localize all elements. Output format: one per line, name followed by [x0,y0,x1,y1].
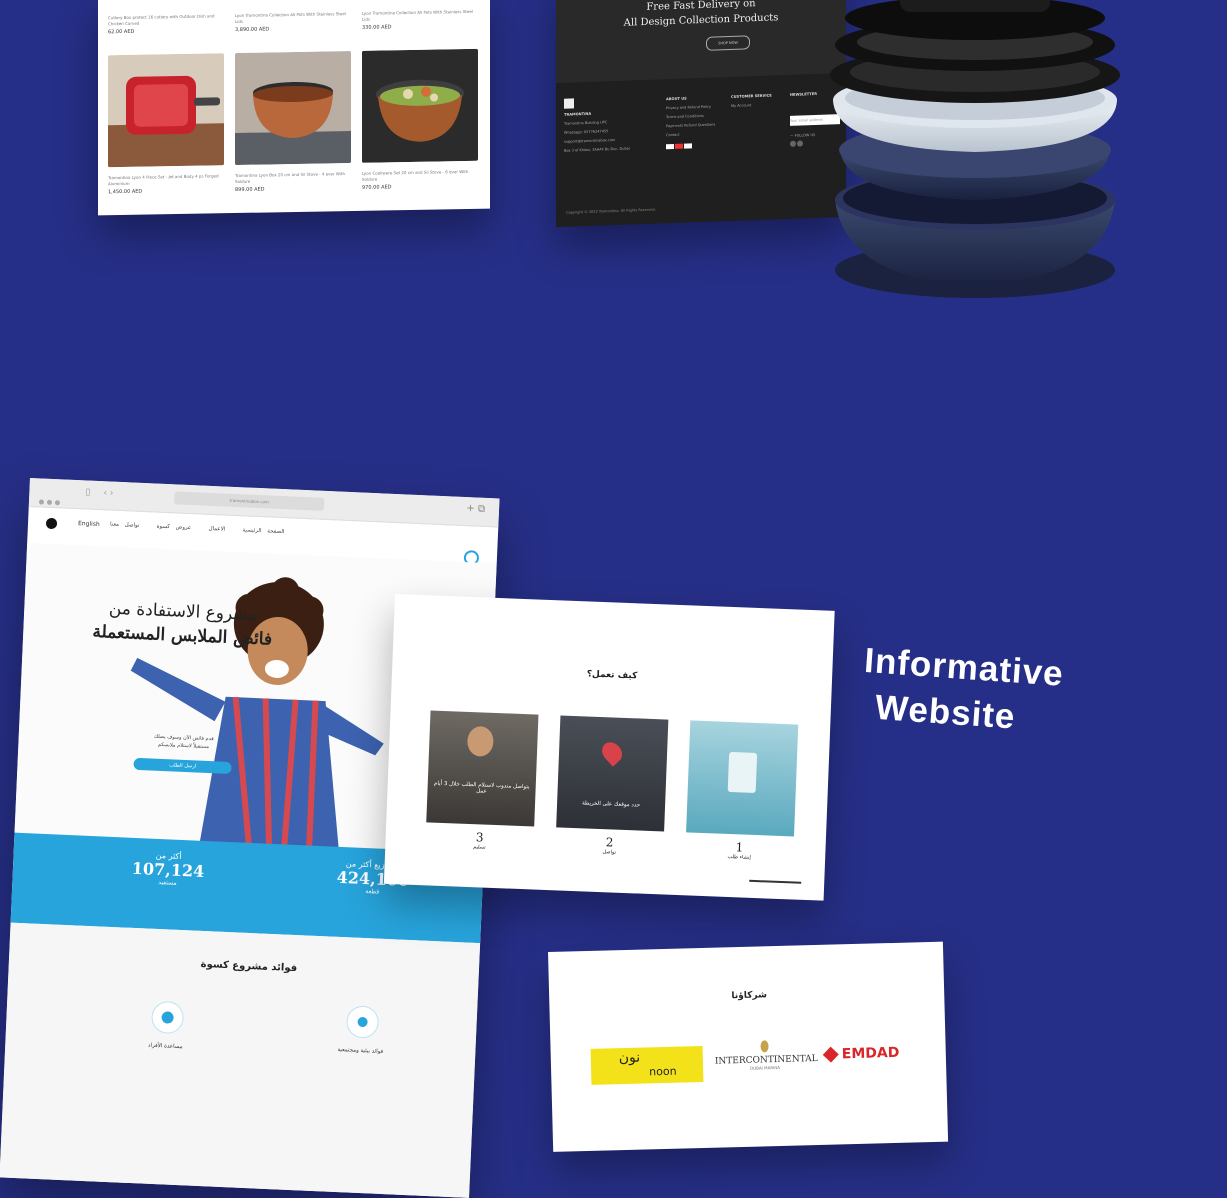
eco-icon [357,1016,368,1028]
brand-logo-icon [564,98,574,109]
nav-works[interactable]: الاعمال [208,526,225,533]
footer-link[interactable]: Payments Refund Questions [666,121,715,132]
nav-links: الصفحة الرئيسية الاعمال عروض كسوة تواصل … [110,522,285,536]
payment-icons [666,143,715,154]
slider-indicator[interactable] [749,879,802,884]
how-title: كيف تعمل؟ [586,669,638,682]
back-forward-icon[interactable]: ‹ › [103,488,113,498]
partners-title: شركاؤنا [731,990,768,1002]
noon-logo-arabic: نون [618,1049,641,1067]
product-price: 62.00 AED [108,28,135,36]
step-card-text: يتواصل مندوب لاستلام الطلب خلال 3 أيام ع… [433,780,530,795]
sidebar-toggle-icon[interactable]: ▯ [85,487,90,497]
step-label: تسليم [473,844,486,851]
product-caption: Tramontina Lyon Box 20 cm and Sil Stove … [235,171,345,185]
product-card[interactable]: Tramontina Lyon Box 20 cm and Sil Stove … [235,51,351,193]
nav-offers[interactable]: عروض كسوة [157,524,192,532]
flame-icon [760,1040,769,1053]
noon-logo-text: noon [649,1064,677,1079]
product-price: 1,450.00 AED [108,188,143,196]
product-caption: Lyon Cookware Set 20 cm and Sil Stove - … [362,168,469,182]
nav-contact[interactable]: تواصل معنا [110,522,140,529]
stat-beneficiaries: أكثر من 107,124 مستفيد [107,849,228,889]
about-title: ABOUT US [666,96,687,102]
about-column: ABOUT US Privacy and Refund Policy Terms… [666,94,715,154]
product-card[interactable]: Cutlery Box protect 16 cutlery with Outd… [108,9,224,35]
benefit-individuals-label: مساعدة الأفراد [147,1042,183,1051]
section-headline: Informative Website [860,638,1066,744]
product-price: 3,890.00 AED [235,26,270,34]
service-column: CUSTOMER SERVICE My Account [731,92,772,111]
person-photo [466,725,494,757]
emdad-mark-icon [823,1046,839,1062]
step-label: إنشاء طلب [727,853,751,861]
benefit-circle [150,1000,185,1035]
product-caption: Lyon Tramontina Collection All Pots With… [235,11,346,25]
benefit-environment-label: فوائد بيئية ومجتمعية [337,1046,384,1055]
how-it-works-panel: كيف تعمل؟ يتواصل مندوب لاستلام الطلب خلا… [383,594,835,901]
new-tab-icon[interactable]: + ⧉ [466,503,485,515]
benefits-title: فوائد مشروع كسوة [200,958,298,975]
instagram-icon[interactable] [797,140,804,147]
product-price: 970.00 AED [362,184,392,191]
footer-link[interactable]: My Account [731,101,772,111]
stacked-cookware-image [830,0,1120,298]
step-card-text: حدد موقعك على الخريطة [581,800,641,809]
maximize-dot-icon[interactable] [54,500,61,506]
step-number-1: 1 إنشاء طلب [709,839,770,861]
product-caption: Lyon Tramontina Collection All Pots With… [362,8,473,22]
noon-logo[interactable]: نون noon [590,1045,704,1085]
copyright: Copyright © 2022 Tramontina. All Rights … [566,207,656,215]
benefit-circle [345,1005,380,1039]
map-pin-icon [598,738,627,767]
minimize-dot-icon[interactable] [46,499,53,505]
shop-product-grid: Cutlery Box protect 16 cutlery with Outd… [98,0,490,216]
emdad-logo[interactable]: EMDAD [823,1045,900,1063]
contact-column: TRAMONTINA Tramontina Building UPC Whats… [564,96,630,155]
close-dot-icon[interactable] [38,499,45,505]
step-number-2: 2 تواصل [579,834,640,856]
product-image-copper-pot [235,51,351,166]
product-price: 899.00 AED [235,186,265,194]
step-card-1[interactable] [686,720,799,837]
shop-now-button[interactable]: SHOP NOW [706,35,750,51]
language-switch[interactable]: English [78,520,100,528]
step-card-2[interactable]: حدد موقعك على الخريطة [556,715,669,832]
step-card-3[interactable]: يتواصل مندوب لاستلام الطلب خلال 3 أيام ع… [426,710,539,827]
product-card[interactable]: Lyon Cookware Set 20 cm and Sil Stove - … [362,48,478,191]
facebook-icon[interactable] [790,140,796,147]
service-title: CUSTOMER SERVICE [731,93,772,99]
window-controls [38,489,64,509]
step-label: تواصل [602,849,617,856]
nav-home[interactable]: الصفحة الرئيسية [242,527,284,535]
product-card[interactable]: Tramontina Lyon 4 Piece Set - Jet and Bo… [108,53,224,195]
partners-panel: شركاؤنا نون noon INTERCONTINENTAL DUBAI … [548,941,949,1152]
product-card[interactable]: Lyon Tramontina Collection All Pots With… [235,7,351,33]
product-image-cooking-pot [362,48,478,163]
product-price: 330.00 AED [362,24,392,31]
people-icon [161,1011,174,1024]
brand-name: TRAMONTINA [564,111,592,117]
phone-photo [727,751,758,793]
promo-band: Free Fast Delivery on All Design Collect… [556,0,846,84]
store-footer-mock: Free Fast Delivery on All Design Collect… [556,0,846,228]
user-avatar-icon[interactable] [45,517,58,530]
url-bar[interactable]: tramontinabox.com [173,491,325,511]
footer-link[interactable]: Contact [666,130,715,141]
product-image-red-pan [108,53,224,168]
product-caption: Cutlery Box protect 16 cutlery with Outd… [108,13,215,27]
emdad-text: EMDAD [841,1044,900,1063]
product-caption: Tramontina Lyon 4 Piece Set - Jet and Bo… [108,173,219,187]
step-number-3: 3 تسليم [449,829,510,851]
contact-location: Box 3 of Khlasi, 3AAAF Bu Dec, Dubai [564,146,630,153]
benefits-section: فوائد مشروع كسوة فوائد بيئية ومجتمعية مس… [0,922,481,1198]
intercontinental-logo[interactable]: INTERCONTINENTAL DUBAI MARINA [714,1039,818,1072]
product-card[interactable]: Lyon Tramontina Collection All Pots With… [362,5,478,31]
